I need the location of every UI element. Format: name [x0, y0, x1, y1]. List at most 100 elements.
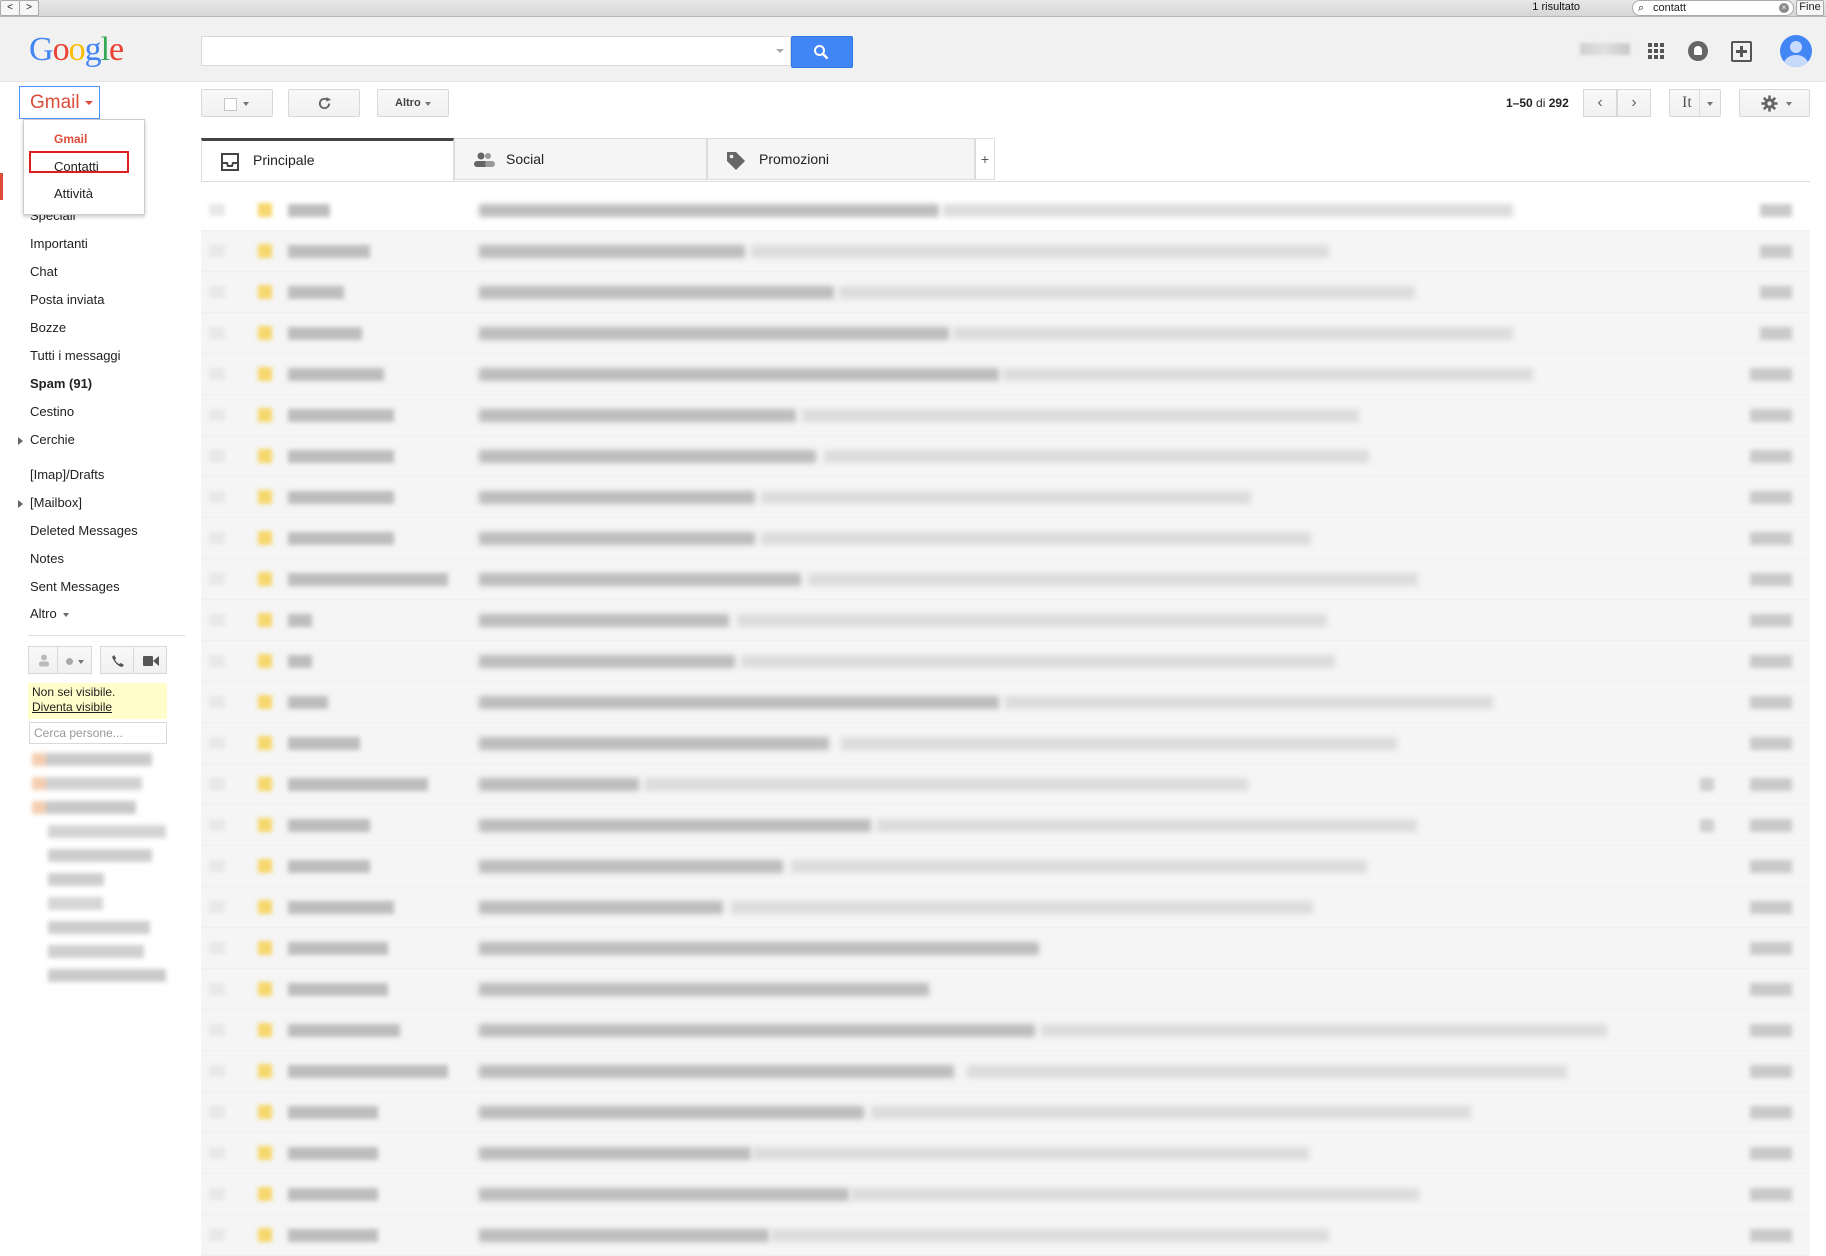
row-checkbox[interactable]: [209, 655, 225, 667]
row-checkbox[interactable]: [209, 368, 225, 380]
refresh-button[interactable]: [288, 89, 360, 117]
sidebar-item-imap-drafts[interactable]: [Imap]/Drafts: [30, 467, 104, 482]
table-row[interactable]: [201, 641, 1810, 682]
row-checkbox[interactable]: [209, 1065, 225, 1077]
row-checkbox[interactable]: [209, 532, 225, 544]
row-checkbox[interactable]: [209, 1106, 225, 1118]
list-item[interactable]: [48, 945, 144, 958]
table-row[interactable]: [201, 723, 1810, 764]
row-checkbox[interactable]: [209, 1024, 225, 1036]
importance-marker-icon[interactable]: [258, 1228, 272, 1242]
table-row[interactable]: [201, 600, 1810, 641]
table-row[interactable]: [201, 395, 1810, 436]
clear-icon[interactable]: ×: [1779, 3, 1789, 13]
list-item[interactable]: [32, 801, 136, 814]
row-checkbox[interactable]: [209, 1188, 225, 1200]
table-row[interactable]: [201, 477, 1810, 518]
importance-marker-icon[interactable]: [258, 1187, 272, 1201]
importance-marker-icon[interactable]: [258, 203, 272, 217]
row-checkbox[interactable]: [209, 737, 225, 749]
list-item[interactable]: [48, 921, 150, 934]
importance-marker-icon[interactable]: [258, 367, 272, 381]
notification-bell-icon[interactable]: [1688, 41, 1708, 61]
older-page-button[interactable]: ›: [1617, 89, 1651, 117]
avatar[interactable]: [1780, 35, 1812, 67]
table-row[interactable]: [201, 518, 1810, 559]
list-item[interactable]: [48, 849, 152, 862]
row-checkbox[interactable]: [209, 614, 225, 626]
importance-marker-icon[interactable]: [258, 1146, 272, 1160]
row-checkbox[interactable]: [209, 1147, 225, 1159]
gmail-switcher-button[interactable]: Gmail: [19, 86, 100, 119]
more-actions-button[interactable]: Altro: [377, 89, 449, 117]
sidebar-item-important[interactable]: Importanti: [30, 236, 88, 251]
row-checkbox[interactable]: [209, 860, 225, 872]
importance-marker-icon[interactable]: [258, 285, 272, 299]
row-checkbox[interactable]: [209, 942, 225, 954]
find-done-button[interactable]: Fine: [1796, 0, 1824, 16]
page-count[interactable]: 1–50 di 292: [1506, 96, 1569, 110]
importance-marker-icon[interactable]: [258, 572, 272, 586]
expand-triangle-icon[interactable]: [18, 500, 23, 508]
apps-grid-icon[interactable]: [1648, 43, 1664, 59]
sidebar-item-deleted-messages[interactable]: Deleted Messages: [30, 523, 138, 538]
list-item[interactable]: [48, 969, 166, 982]
share-plus-icon[interactable]: [1731, 41, 1752, 62]
importance-marker-icon[interactable]: [258, 900, 272, 914]
call-phone-button[interactable]: [100, 646, 134, 674]
importance-marker-icon[interactable]: [258, 695, 272, 709]
table-row[interactable]: [201, 354, 1810, 395]
table-row[interactable]: [201, 1092, 1810, 1133]
table-row[interactable]: [201, 190, 1810, 231]
importance-marker-icon[interactable]: [258, 244, 272, 258]
importance-marker-icon[interactable]: [258, 982, 272, 996]
table-row[interactable]: [201, 436, 1810, 477]
sidebar-item-chat[interactable]: Chat: [30, 264, 57, 279]
add-tab-button[interactable]: +: [975, 138, 995, 180]
row-checkbox[interactable]: [209, 327, 225, 339]
importance-marker-icon[interactable]: [258, 490, 272, 504]
newer-page-button[interactable]: ‹: [1583, 89, 1617, 117]
list-item[interactable]: [48, 873, 104, 886]
row-checkbox[interactable]: [209, 778, 225, 790]
row-checkbox[interactable]: [209, 204, 225, 216]
find-prev-button[interactable]: <: [0, 0, 20, 16]
row-checkbox[interactable]: [209, 245, 225, 257]
list-item[interactable]: [32, 777, 142, 790]
importance-marker-icon[interactable]: [258, 736, 272, 750]
people-search-input[interactable]: Cerca persone...: [29, 722, 167, 744]
sidebar-item-notes[interactable]: Notes: [30, 551, 64, 566]
row-checkbox[interactable]: [209, 983, 225, 995]
sidebar-item-all-mail[interactable]: Tutti i messaggi: [30, 348, 121, 363]
menu-item-gmail[interactable]: Gmail: [24, 132, 144, 146]
importance-marker-icon[interactable]: [258, 531, 272, 545]
table-row[interactable]: [201, 559, 1810, 600]
table-row[interactable]: [201, 969, 1810, 1010]
sidebar-item-spam[interactable]: Spam (91): [30, 376, 92, 391]
importance-marker-icon[interactable]: [258, 1023, 272, 1037]
sidebar-item-more[interactable]: Altro: [30, 606, 70, 621]
settings-button[interactable]: [1739, 89, 1810, 117]
sidebar-item-sent[interactable]: Posta inviata: [30, 292, 104, 307]
video-call-button[interactable]: [133, 646, 167, 674]
importance-marker-icon[interactable]: [258, 1105, 272, 1119]
tab-promozioni[interactable]: Promozioni: [707, 138, 975, 180]
importance-marker-icon[interactable]: [258, 326, 272, 340]
input-tools-button[interactable]: It: [1669, 89, 1721, 117]
importance-marker-icon[interactable]: [258, 408, 272, 422]
table-row[interactable]: [201, 1133, 1810, 1174]
row-checkbox[interactable]: [209, 696, 225, 708]
menu-item-contacts[interactable]: Contatti: [24, 159, 144, 174]
table-row[interactable]: [201, 682, 1810, 723]
row-checkbox[interactable]: [209, 409, 225, 421]
list-item[interactable]: [48, 825, 166, 838]
importance-marker-icon[interactable]: [258, 818, 272, 832]
row-checkbox[interactable]: [209, 286, 225, 298]
importance-marker-icon[interactable]: [258, 777, 272, 791]
search-options-caret-icon[interactable]: [776, 49, 784, 53]
user-name[interactable]: [1580, 43, 1630, 55]
importance-marker-icon[interactable]: [258, 613, 272, 627]
find-next-button[interactable]: >: [19, 0, 39, 16]
list-item[interactable]: [32, 753, 152, 766]
importance-marker-icon[interactable]: [258, 1064, 272, 1078]
